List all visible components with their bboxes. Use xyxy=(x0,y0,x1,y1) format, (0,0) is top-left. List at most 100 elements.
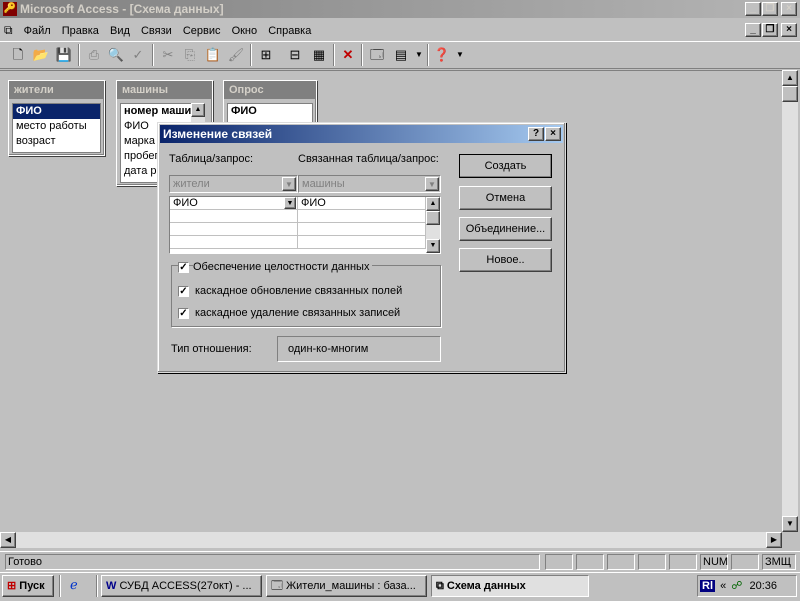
database-window-icon[interactable]: 🗔 xyxy=(367,45,387,65)
dialog-help-button[interactable]: ? xyxy=(528,127,544,141)
status-indicator xyxy=(545,554,573,570)
edit-relationships-dialog: Изменение связей ? × Таблица/запрос: Свя… xyxy=(157,122,566,373)
doc-minimize-button[interactable]: _ xyxy=(745,23,761,37)
status-indicator xyxy=(731,554,759,570)
task-access-label: Жители_машины : база... xyxy=(286,580,416,592)
spelling-icon[interactable]: ✓ xyxy=(128,45,148,65)
menu-tools[interactable]: Сервис xyxy=(179,21,225,41)
restore-button[interactable]: ❐ xyxy=(762,2,778,16)
scroll-thumb[interactable] xyxy=(782,86,798,102)
join-grid-scrollbar[interactable]: ▲ ▼ xyxy=(426,197,440,253)
cascade-update-checkbox[interactable]: ✓ xyxy=(178,286,189,297)
join-field-left-value: ФИО xyxy=(173,197,198,209)
create-button[interactable]: Создать xyxy=(459,154,552,178)
table-cars-title[interactable]: машины xyxy=(117,81,212,99)
task-relationships-label: Схема данных xyxy=(446,580,526,592)
chevron-down-icon[interactable]: ▼ xyxy=(284,197,296,209)
tray-expand-icon[interactable]: « xyxy=(718,580,728,592)
join-grid-scroll-down[interactable]: ▼ xyxy=(426,239,440,253)
new-relation-button[interactable]: Новое.. xyxy=(459,248,552,272)
relationships-doc-icon[interactable]: ⧉ xyxy=(0,20,17,40)
copy-icon[interactable]: ⎘ xyxy=(180,45,200,65)
join-field-empty[interactable] xyxy=(170,210,298,223)
menu-relationships[interactable]: Связи xyxy=(137,21,176,41)
field-cars-number[interactable]: номер машины xyxy=(121,104,192,119)
field-residents-workplace[interactable]: место работы xyxy=(13,119,100,134)
join-field-empty[interactable] xyxy=(170,236,298,249)
format-painter-icon[interactable]: 🖌 xyxy=(226,45,246,65)
table-residents-title[interactable]: жители xyxy=(9,81,104,99)
print-preview-icon[interactable]: 🔍 xyxy=(106,45,126,65)
horizontal-scrollbar[interactable]: ◀ ▶ xyxy=(0,532,782,548)
cascade-delete-checkbox[interactable]: ✓ xyxy=(178,308,189,319)
menu-file[interactable]: Файл xyxy=(20,21,55,41)
cascade-update-label[interactable]: каскадное обновление связанных полей xyxy=(195,285,402,297)
related-table-label: Связанная таблица/запрос: xyxy=(298,153,439,165)
related-table-select[interactable]: машины ▼ xyxy=(298,175,441,193)
paste-icon[interactable]: 📋 xyxy=(203,45,223,65)
join-field-empty[interactable] xyxy=(170,223,298,236)
menu-edit[interactable]: Правка xyxy=(58,21,103,41)
scroll-down-button[interactable]: ▼ xyxy=(782,516,798,532)
join-field-empty[interactable] xyxy=(298,210,426,223)
field-survey-fio[interactable]: ФИО xyxy=(228,104,312,119)
status-indicator xyxy=(638,554,666,570)
doc-close-button[interactable]: × xyxy=(781,23,797,37)
menu-view[interactable]: Вид xyxy=(106,21,134,41)
table-residents[interactable]: жители ФИО место работы возраст xyxy=(8,80,105,156)
save-icon[interactable]: 💾 xyxy=(54,45,74,65)
join-grid-scroll-thumb[interactable] xyxy=(426,211,440,225)
start-button[interactable]: ⊞ Пуск xyxy=(2,575,54,597)
menu-window[interactable]: Окно xyxy=(228,21,262,41)
join-field-empty[interactable] xyxy=(298,223,426,236)
integrity-label[interactable]: Обеспечение целостности данных xyxy=(193,261,373,273)
delete-icon[interactable]: ✕ xyxy=(338,45,358,65)
scroll-left-button[interactable]: ◀ xyxy=(0,532,16,548)
dialog-close-button[interactable]: × xyxy=(545,127,561,141)
vertical-scrollbar[interactable]: ▲ ▼ xyxy=(782,70,798,532)
close-button[interactable]: × xyxy=(781,2,797,16)
join-field-left[interactable]: ФИО ▼ xyxy=(170,197,298,210)
help-dropdown-icon[interactable]: ▼ xyxy=(450,45,470,65)
task-relationships[interactable]: ⧉ Схема данных xyxy=(431,575,589,597)
doc-restore-button[interactable]: ❐ xyxy=(762,23,778,37)
scroll-right-button[interactable]: ▶ xyxy=(766,532,782,548)
network-icon[interactable]: ☍ xyxy=(731,580,742,592)
show-table-icon[interactable]: ⊞ xyxy=(256,45,276,65)
scroll-up-button[interactable]: ▲ xyxy=(782,70,798,86)
new-object-dropdown-icon[interactable]: ▼ xyxy=(409,45,429,65)
taskbar-separator xyxy=(59,575,61,597)
table-cars-scroll-up[interactable]: ▲ xyxy=(191,103,205,117)
cascade-delete-label[interactable]: каскадное удаление связанных записей xyxy=(195,307,400,319)
print-icon[interactable]: ⎙ xyxy=(84,45,104,65)
join-type-button[interactable]: Объединение... xyxy=(459,217,552,241)
app-titlebar: 🔑 Microsoft Access - [Схема данных] _ ❐ … xyxy=(0,0,800,18)
help-icon[interactable]: ❓ xyxy=(432,45,452,65)
table-query-select[interactable]: жители ▼ xyxy=(169,175,298,193)
open-icon[interactable]: 📂 xyxy=(31,45,51,65)
task-word-document[interactable]: W СУБД ACCESS(27окт) - ... xyxy=(101,575,262,597)
scroll-corner xyxy=(782,532,798,548)
field-residents-age[interactable]: возраст xyxy=(13,134,100,149)
table-survey[interactable]: Опрос ФИО xyxy=(223,80,317,126)
minimize-button[interactable]: _ xyxy=(745,2,761,16)
show-direct-icon[interactable]: ⊟ xyxy=(285,45,305,65)
new-object-icon[interactable]: ▤ xyxy=(391,45,411,65)
chevron-down-icon[interactable]: ▼ xyxy=(425,177,439,191)
join-field-right[interactable]: ФИО xyxy=(298,197,426,210)
word-icon: W xyxy=(106,580,117,592)
new-icon[interactable]: 🗋 xyxy=(8,45,28,65)
chevron-down-icon[interactable]: ▼ xyxy=(282,177,296,191)
show-all-icon[interactable]: ▦ xyxy=(309,45,329,65)
table-survey-title[interactable]: Опрос xyxy=(224,81,316,99)
menu-help[interactable]: Справка xyxy=(264,21,315,41)
quicklaunch-ie-icon[interactable]: ℯ xyxy=(66,575,90,597)
integrity-checkbox[interactable]: ✓ xyxy=(178,262,189,273)
cancel-button[interactable]: Отмена xyxy=(459,186,552,210)
cut-icon[interactable]: ✂ xyxy=(158,45,178,65)
task-access-database[interactable]: 🗔 Жители_машины : база... xyxy=(266,575,427,597)
join-grid-scroll-up[interactable]: ▲ xyxy=(426,197,440,211)
join-field-empty[interactable] xyxy=(298,236,426,249)
language-indicator[interactable]: Rl xyxy=(700,580,715,592)
field-residents-fio[interactable]: ФИО xyxy=(13,104,100,119)
